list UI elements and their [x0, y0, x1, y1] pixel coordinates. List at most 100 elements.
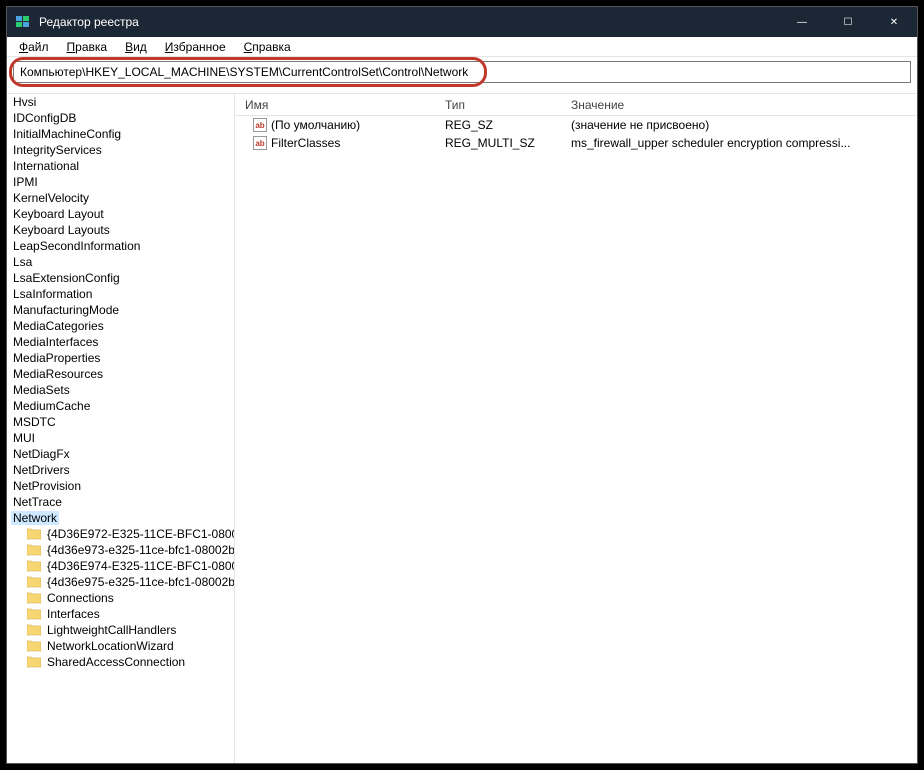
tree-item[interactable]: {4D36E972-E325-11CE-BFC1-08002 [7, 526, 234, 542]
folder-icon [27, 592, 41, 604]
menu-file-hotkey: Ф [19, 40, 28, 54]
col-header-name[interactable]: Имя [235, 98, 445, 112]
tree-item[interactable]: IDConfigDB [7, 110, 234, 126]
tree-item-label: MUI [11, 431, 37, 445]
tree-item[interactable]: MediaInterfaces [7, 334, 234, 350]
tree-item[interactable]: Hvsi [7, 94, 234, 110]
tree-item-label: LeapSecondInformation [11, 239, 142, 253]
tree-item-label: LightweightCallHandlers [45, 623, 178, 637]
folder-icon [27, 544, 41, 556]
menu-edit-rest: равка [75, 40, 107, 54]
tree-item[interactable]: LsaExtensionConfig [7, 270, 234, 286]
maximize-button[interactable]: ☐ [825, 7, 871, 37]
tree-item-label: {4D36E972-E325-11CE-BFC1-08002 [45, 527, 235, 541]
tree-item[interactable]: International [7, 158, 234, 174]
menu-view-rest: ид [133, 40, 147, 54]
tree-item[interactable]: MediaResources [7, 366, 234, 382]
folder-icon [27, 528, 41, 540]
tree-item-label: MediaSets [11, 383, 72, 397]
tree-item[interactable]: NetworkLocationWizard [7, 638, 234, 654]
minimize-button[interactable]: — [779, 7, 825, 37]
value-name: FilterClasses [271, 136, 340, 150]
tree-item-label: MediaInterfaces [11, 335, 100, 349]
window-title: Редактор реестра [39, 15, 779, 29]
tree-item-label: InitialMachineConfig [11, 127, 123, 141]
value-type: REG_SZ [445, 118, 571, 132]
menubar: Файл Правка Вид Избранное Справка [7, 37, 917, 57]
tree-item-label: ManufacturingMode [11, 303, 121, 317]
tree-item[interactable]: MediaSets [7, 382, 234, 398]
tree-item[interactable]: NetTrace [7, 494, 234, 510]
titlebar[interactable]: Редактор реестра — ☐ ✕ [7, 7, 917, 37]
folder-icon [27, 656, 41, 668]
tree-item[interactable]: MSDTC [7, 414, 234, 430]
tree-item[interactable]: MUI [7, 430, 234, 446]
tree-item[interactable]: NetProvision [7, 478, 234, 494]
tree-item[interactable]: Connections [7, 590, 234, 606]
tree-item[interactable]: Keyboard Layouts [7, 222, 234, 238]
tree-item[interactable]: Keyboard Layout [7, 206, 234, 222]
tree-item[interactable]: MediaCategories [7, 318, 234, 334]
tree-item[interactable]: LsaInformation [7, 286, 234, 302]
tree-item[interactable]: {4D36E974-E325-11CE-BFC1-08002 [7, 558, 234, 574]
list-row[interactable]: abFilterClassesREG_MULTI_SZms_firewall_u… [235, 134, 917, 152]
tree-item-label: IPMI [11, 175, 40, 189]
tree-item-label: MediumCache [11, 399, 92, 413]
tree-item[interactable]: {4d36e975-e325-11ce-bfc1-08002b [7, 574, 234, 590]
close-button[interactable]: ✕ [871, 7, 917, 37]
menu-file-rest: айл [28, 40, 48, 54]
list-rows-container: ab(По умолчанию)REG_SZ(значение не присв… [235, 116, 917, 152]
menu-help[interactable]: Справка [236, 38, 299, 56]
tree-item[interactable]: Network [7, 510, 234, 526]
registry-values-list[interactable]: Имя Тип Значение ab(По умолчанию)REG_SZ(… [235, 94, 917, 763]
tree-item[interactable]: ManufacturingMode [7, 302, 234, 318]
tree-item[interactable]: LightweightCallHandlers [7, 622, 234, 638]
col-header-type[interactable]: Тип [445, 98, 571, 112]
col-header-value[interactable]: Значение [571, 98, 917, 112]
tree-item[interactable]: IPMI [7, 174, 234, 190]
tree-item-label: Connections [45, 591, 116, 605]
tree-item[interactable]: NetDrivers [7, 462, 234, 478]
tree-item[interactable]: KernelVelocity [7, 190, 234, 206]
tree-item-label: NetTrace [11, 495, 64, 509]
tree-item-label: LsaExtensionConfig [11, 271, 122, 285]
menu-edit-hotkey: П [67, 40, 76, 54]
tree-item[interactable]: Lsa [7, 254, 234, 270]
menu-favorites[interactable]: Избранное [157, 38, 234, 56]
tree-item-label: Keyboard Layouts [11, 223, 112, 237]
tree-item[interactable]: IntegrityServices [7, 142, 234, 158]
tree-item-label: Keyboard Layout [11, 207, 106, 221]
menu-edit[interactable]: Правка [59, 38, 116, 56]
tree-item[interactable]: MediumCache [7, 398, 234, 414]
address-input[interactable] [13, 61, 911, 83]
tree-item[interactable]: MediaProperties [7, 350, 234, 366]
list-header: Имя Тип Значение [235, 94, 917, 116]
value-data: ms_firewall_upper scheduler encryption c… [571, 136, 917, 150]
tree-item[interactable]: SharedAccessConnection [7, 654, 234, 670]
tree-item-label: IntegrityServices [11, 143, 104, 157]
menu-view-hotkey: В [125, 40, 133, 54]
tree-item-label: MediaResources [11, 367, 105, 381]
tree-item-label: Lsa [11, 255, 34, 269]
tree-item-label: NetworkLocationWizard [45, 639, 176, 653]
app-icon [15, 14, 31, 30]
address-row [7, 57, 917, 93]
menu-help-hotkey: С [244, 40, 253, 54]
menu-file[interactable]: Файл [11, 38, 57, 56]
list-row[interactable]: ab(По умолчанию)REG_SZ(значение не присв… [235, 116, 917, 134]
tree-item[interactable]: InitialMachineConfig [7, 126, 234, 142]
registry-editor-window: Редактор реестра — ☐ ✕ Файл Правка Вид И… [6, 6, 918, 764]
menu-view[interactable]: Вид [117, 38, 155, 56]
tree-item[interactable]: LeapSecondInformation [7, 238, 234, 254]
tree-item-label: MSDTC [11, 415, 58, 429]
tree-item-label: NetDrivers [11, 463, 72, 477]
tree-item[interactable]: NetDiagFx [7, 446, 234, 462]
folder-icon [27, 560, 41, 572]
tree-item-label: NetProvision [11, 479, 83, 493]
tree-item[interactable]: {4d36e973-e325-11ce-bfc1-08002b [7, 542, 234, 558]
tree-item-label: MediaCategories [11, 319, 106, 333]
registry-tree[interactable]: HvsiIDConfigDBInitialMachineConfig Integr… [7, 94, 235, 763]
tree-item-label: NetDiagFx [11, 447, 72, 461]
tree-item[interactable]: Interfaces [7, 606, 234, 622]
tree-item-label: International [11, 159, 81, 173]
